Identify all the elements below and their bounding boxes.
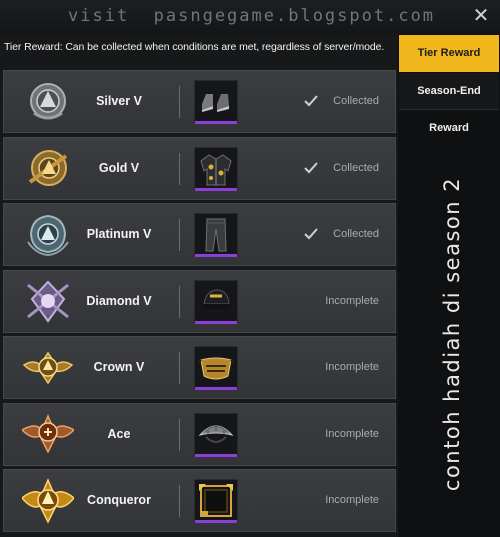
avatar-frame-icon <box>199 484 233 517</box>
row-divider <box>179 418 180 451</box>
tier-row-diamond[interactable]: Diamond V Incomplete <box>3 269 396 333</box>
top-bar: visit pasngegame.blogspot.com ✕ <box>0 0 500 34</box>
status-text: Incomplete <box>325 494 379 506</box>
silver-emblem-icon <box>30 83 66 120</box>
tier-name: Crown V <box>93 360 145 374</box>
shoes-icon <box>202 94 229 112</box>
status-text: Collected <box>333 95 379 107</box>
status-text: Incomplete <box>325 361 379 373</box>
row-divider <box>179 152 180 185</box>
crown-emblem-icon <box>22 351 74 385</box>
tier-row-conqueror[interactable]: Conqueror Incomplete <box>3 469 396 532</box>
row-divider <box>179 352 180 384</box>
row-divider <box>179 485 180 517</box>
platinum-emblem-icon <box>27 214 69 257</box>
row-divider <box>179 285 180 318</box>
mask-icon <box>198 357 234 380</box>
tier-row-ace[interactable]: Ace Incomplete <box>3 402 396 466</box>
tier-reward-panel: Tier Reward: Can be collected when condi… <box>0 34 398 537</box>
side-caption: contoh hadiah di season 2 <box>440 176 464 492</box>
tier-name: Silver V <box>96 94 142 108</box>
reward-item-slot[interactable] <box>194 213 238 257</box>
status-text: Incomplete <box>325 427 379 440</box>
check-icon <box>304 228 318 240</box>
check-icon <box>304 95 318 107</box>
reward-item-slot[interactable] <box>194 146 238 191</box>
side-panel: Tier Reward Season-End Reward contoh had… <box>398 34 500 537</box>
tier-row-gold[interactable]: Gold V Collected <box>3 136 396 200</box>
tier-row-silver[interactable]: Silver V Collected <box>3 70 396 133</box>
check-icon <box>304 161 318 173</box>
cap-icon <box>202 288 231 309</box>
tier-row-crown[interactable]: Crown V Incomplete <box>3 336 396 399</box>
row-divider <box>179 86 180 118</box>
reward-item-slot[interactable] <box>194 346 238 390</box>
status-text: Collected <box>333 161 379 174</box>
diamond-emblem-icon <box>27 280 69 323</box>
tier-list: Silver V Collected Gold V Collected Plat… <box>3 70 396 536</box>
gold-emblem-icon <box>28 149 68 186</box>
watermark: visit pasngegame.blogspot.com <box>68 6 436 26</box>
conqueror-emblem-icon <box>22 478 74 524</box>
status-text: Collected <box>333 228 379 240</box>
close-button[interactable]: ✕ <box>470 5 492 27</box>
parachute-icon <box>198 424 234 443</box>
tier-name: Platinum V <box>86 227 152 241</box>
tier-row-platinum[interactable]: Platinum V Collected <box>3 203 396 266</box>
reward-item-slot[interactable] <box>194 279 238 324</box>
tab-tier-reward[interactable]: Tier Reward <box>399 35 499 72</box>
tab-season-end-reward[interactable]: Season-End Reward <box>399 73 499 134</box>
row-divider <box>179 219 180 251</box>
reward-item-slot[interactable] <box>194 479 238 523</box>
tier-name: Diamond V <box>86 293 152 308</box>
tier-name: Gold V <box>98 160 140 175</box>
tier-name: Ace <box>107 426 131 441</box>
tier-reward-notice: Tier Reward: Can be collected when condi… <box>4 41 385 53</box>
pants-icon <box>205 218 227 252</box>
status-text: Incomplete <box>325 294 379 307</box>
reward-item-slot[interactable] <box>194 80 238 124</box>
ace-emblem-icon <box>22 413 74 454</box>
reward-item-slot[interactable] <box>194 412 238 457</box>
close-icon: ✕ <box>472 5 490 27</box>
tier-name: Conqueror <box>87 493 151 507</box>
jacket-icon <box>200 153 232 185</box>
